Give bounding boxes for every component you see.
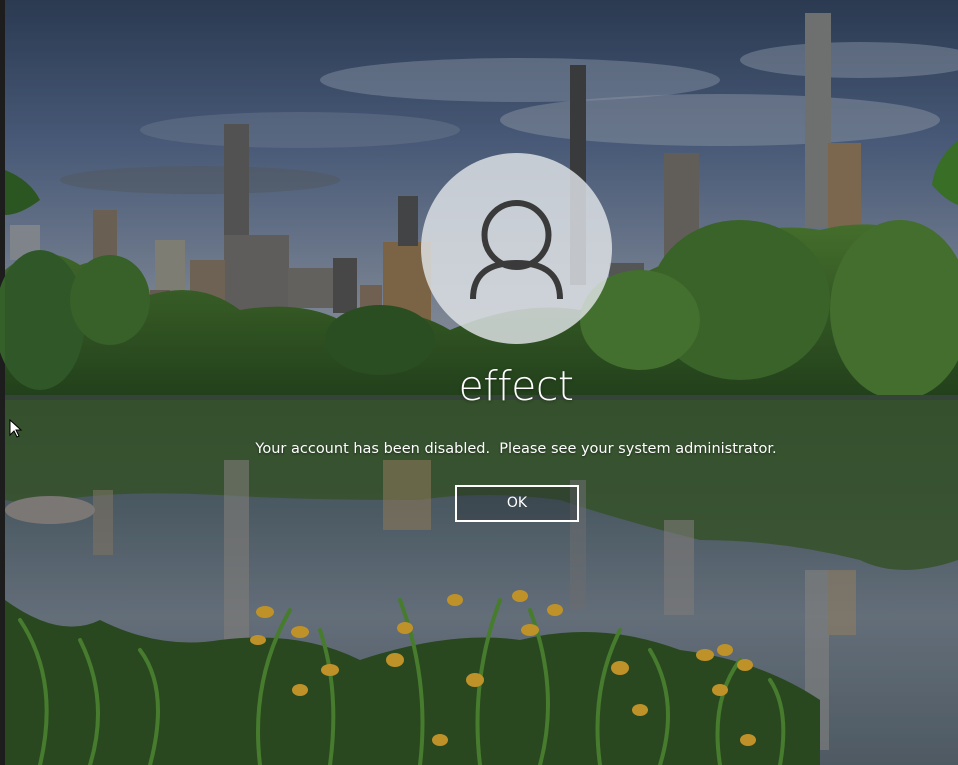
lock-screen: effect Your account has been disabled. P… [0, 0, 958, 765]
username-label: effect [458, 362, 574, 410]
user-silhouette-icon [470, 200, 563, 300]
ok-button[interactable]: OK [455, 485, 579, 522]
mouse-pointer-icon [9, 419, 23, 438]
account-disabled-message: Your account has been disabled. Please s… [255, 441, 777, 457]
user-avatar [421, 153, 612, 344]
